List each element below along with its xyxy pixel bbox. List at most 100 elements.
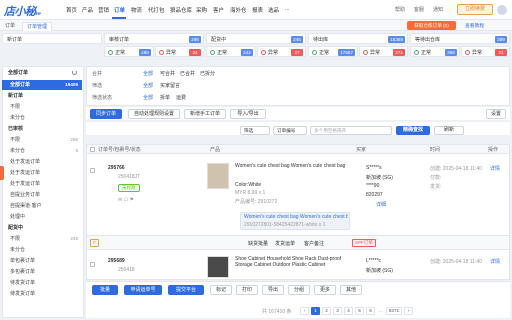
filter-merge-done[interactable]: 已合并 [180, 70, 195, 77]
order-detail-link[interactable]: 详情 [490, 165, 500, 172]
nav-product[interactable]: 产品 [82, 6, 93, 14]
row-checkbox[interactable] [90, 262, 95, 267]
prev-page-button[interactable]: ‹ [300, 307, 309, 315]
sidebar-item[interactable]: 多包裹订单 [2, 267, 82, 277]
more-button[interactable]: 更多 [314, 285, 336, 295]
variant-note[interactable]: Women's cute chest bag Women's cute ches… [244, 214, 348, 220]
sidebar-item[interactable]: 处于发运订单 [2, 168, 82, 178]
card-abnormal-3[interactable]: 异常 371 [359, 46, 408, 57]
bulk-button[interactable]: 批量 [92, 285, 118, 295]
filter-status-freight[interactable]: 运费 [176, 94, 186, 101]
filter-merge-can[interactable]: 可合并 [160, 70, 175, 77]
product-thumbnail[interactable] [207, 256, 229, 278]
order-detail-link[interactable]: 详情 [490, 258, 500, 265]
sidebar-item[interactable]: 未分仓 8 [2, 146, 82, 156]
sidebar-item[interactable]: 待发货订单 [2, 289, 82, 299]
page-1[interactable]: 1 [311, 307, 320, 315]
sidebar-item[interactable]: 全部订单 19409 [2, 80, 82, 90]
apply-waybill-button[interactable]: 申请运单号 [124, 285, 162, 295]
print-button[interactable]: 打印 [236, 285, 258, 295]
refresh-button[interactable]: 刷新 [434, 126, 464, 135]
order-number[interactable]: 295689 [108, 258, 125, 264]
footer-waybill[interactable]: 发货运单 [275, 240, 295, 247]
page-last[interactable]: 8371 [386, 307, 402, 315]
nav-overseas[interactable]: 海外仓 [230, 6, 247, 14]
auto-rule-button[interactable]: 自动处理规则设置 [128, 109, 180, 119]
sidebar-item[interactable]: 不限 295 [2, 135, 82, 145]
avatar[interactable] [497, 5, 507, 15]
sidebar-item[interactable]: 单包裹订单 [2, 256, 82, 266]
sidebar-item[interactable]: 处理中 [2, 212, 82, 222]
sidebar-item[interactable]: 待发货订单 [2, 278, 82, 288]
filter-split-done[interactable]: 已拆分 [200, 70, 215, 77]
filter-msg-buyer[interactable]: 买家留言 [160, 82, 180, 89]
notice-link[interactable]: 通知 [433, 6, 443, 13]
filter-msg-all[interactable]: 全部 [143, 82, 153, 89]
refresh-icon[interactable] [72, 70, 77, 75]
other-button[interactable]: 其他 [340, 285, 362, 295]
nav-orders[interactable]: 订单 [114, 6, 125, 14]
nav-selection[interactable]: 选品 [268, 6, 279, 14]
renew-button[interactable]: 立即续费 [457, 4, 493, 15]
settings-button[interactable]: 设置 [486, 109, 506, 119]
row-checkbox[interactable] [90, 168, 95, 173]
sidebar-item[interactable]: 已审核 [2, 124, 82, 134]
nav-purchase[interactable]: 采购 [196, 6, 207, 14]
select-all-checkbox[interactable] [90, 147, 95, 152]
page-4[interactable]: 4 [344, 307, 353, 315]
page-6[interactable]: 6 [366, 307, 375, 315]
tab-order-management[interactable]: 订单管理 [22, 22, 53, 31]
card-abnormal-2[interactable]: 异常 27 [257, 46, 306, 57]
mark-button[interactable]: 标记 [210, 285, 232, 295]
sync-orders-button[interactable]: 同步订单 [90, 109, 122, 119]
sidebar-item[interactable]: 未分仓 [2, 245, 82, 255]
search-input[interactable]: 多个用空格隔开 [310, 126, 392, 135]
sidebar-item[interactable]: 自提渠道·客户 [2, 201, 82, 211]
service-link[interactable]: 客服 [414, 6, 424, 13]
card-normal-2[interactable]: 正常 242 [206, 46, 256, 57]
tab-order[interactable]: 订单 [5, 22, 15, 29]
help-link[interactable]: 帮助 [395, 6, 405, 13]
row-icons[interactable]: ✉ ☖ ⚑ [118, 197, 134, 203]
group-button[interactable]: 分组 [288, 285, 310, 295]
next-page-button[interactable]: › [404, 307, 413, 315]
footer-stock[interactable]: 缺货批量 [248, 240, 268, 247]
nav-home[interactable]: 首页 [66, 6, 77, 14]
nav-customer[interactable]: 客户 [213, 6, 224, 14]
card-abnormal-4[interactable]: 异常 21 [461, 46, 510, 57]
import-export-button[interactable]: 导入/导出 [230, 109, 266, 119]
filter-merge-all[interactable]: 全部 [143, 70, 153, 77]
nav-logistics[interactable]: 物流 [131, 6, 142, 14]
manual-order-button[interactable]: 新增手工订单 [184, 109, 226, 119]
card-waiting-warehouse[interactable]: 等待出仓库 389 [410, 33, 510, 44]
buyer-detail-link[interactable]: 详细 [376, 201, 386, 208]
sidebar-item[interactable]: 未分仓 [2, 113, 82, 123]
card-normal-1[interactable]: 正常 288 [104, 46, 154, 57]
card-new-orders[interactable]: 新订单 [2, 33, 102, 44]
sidebar-item[interactable]: 处于发运订单 [2, 157, 82, 167]
product-thumbnail[interactable] [207, 163, 229, 189]
nav-warehouse[interactable]: 狼品仓库 [170, 6, 192, 14]
sidebar-item[interactable]: 自提业务订单 [2, 190, 82, 200]
fetch-orders-button[interactable]: 获取仓拣订单 (0) [407, 21, 456, 30]
product-title[interactable]: Shoe Cabinet Household Shoe Rack Dust-pr… [235, 256, 349, 268]
page-3[interactable]: 3 [333, 307, 342, 315]
filter-status-all[interactable]: 全部 [143, 94, 153, 101]
field-select[interactable]: 订单编号 [273, 126, 307, 135]
footer-note[interactable]: 客户备注 [304, 240, 324, 247]
page-5[interactable]: 5 [355, 307, 364, 315]
filter-status-split[interactable]: 拆单 [160, 94, 170, 101]
card-picking[interactable]: 配货中 245 [206, 33, 306, 44]
nav-more[interactable]: ... [285, 6, 290, 12]
card-pending-out[interactable]: 待出库 18386 [308, 33, 408, 44]
submit-platform-button[interactable]: 提交平台 [168, 285, 204, 295]
nav-packing[interactable]: 代打包 [148, 6, 165, 14]
filter-select[interactable]: 筛选 [240, 126, 270, 135]
card-normal-4[interactable]: 正常 368 [410, 46, 460, 57]
nav-marketing[interactable]: 营销 [98, 6, 109, 14]
card-abnormal-1[interactable]: 异常 24 [155, 46, 204, 57]
exact-search-button[interactable]: 精确查找 [396, 126, 430, 135]
order-number[interactable]: 295766 [108, 165, 125, 171]
sidebar-item[interactable]: 处于发运订单 [2, 179, 82, 189]
collapse-handle[interactable] [0, 166, 4, 180]
